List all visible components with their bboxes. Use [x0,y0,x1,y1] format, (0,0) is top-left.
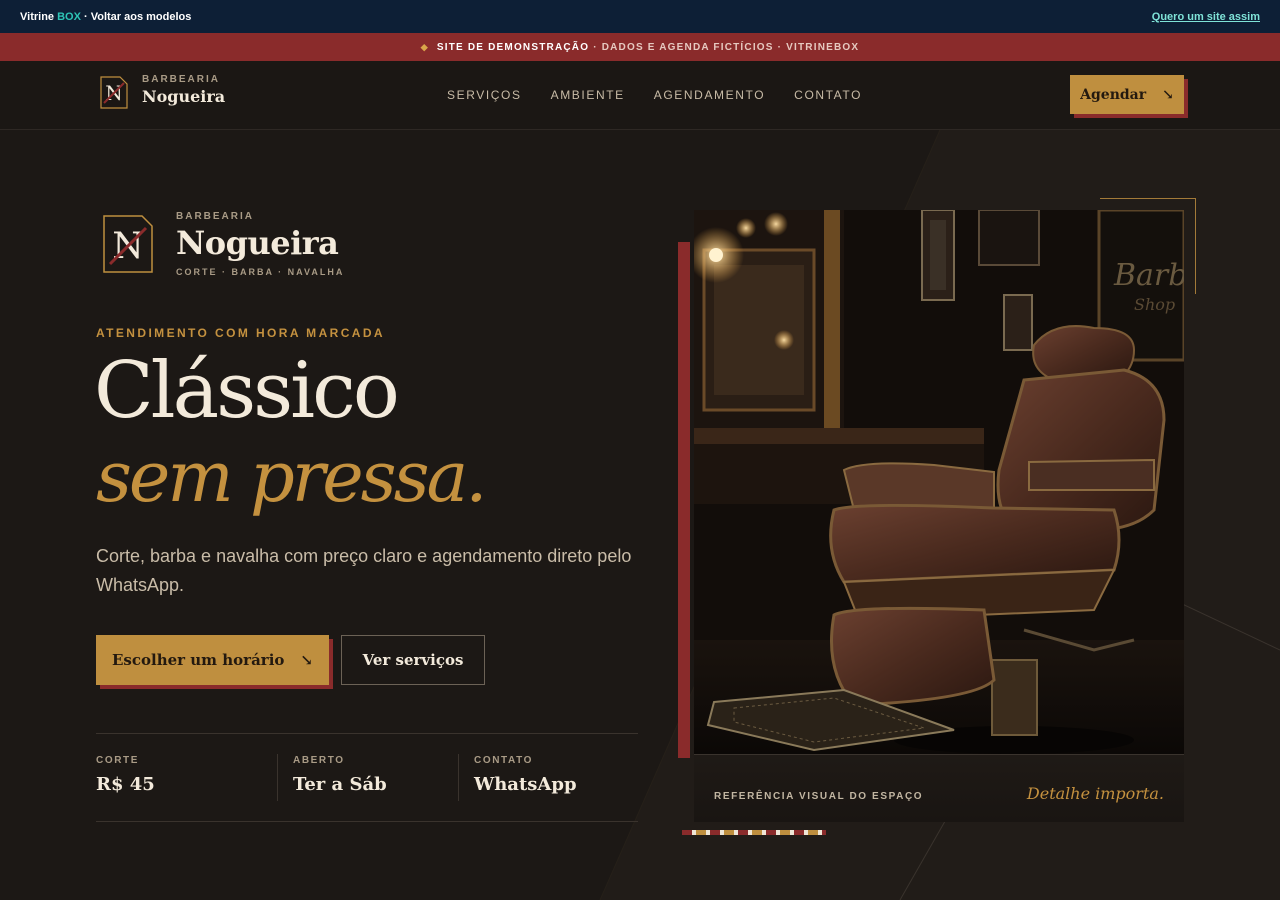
hero-logo-name: Nogueira [176,224,339,262]
demo-details: · DADOS E AGENDA FICTÍCIOS · VITRINEBOX [593,41,860,53]
header-logo-subtitle: BARBEARIA [142,74,220,85]
fact-value: R$ 45 [96,774,155,795]
schedule-button[interactable]: Agendar ↘ [1070,75,1184,114]
site-header: N BARBEARIA Nogueira SERVIÇOS AMBIENTE A… [0,61,1280,130]
vitrine-top-bar: Vitrine BOX · Voltar aos modelos Quero u… [0,0,1280,33]
header-logo-name[interactable]: Nogueira [142,87,225,106]
want-site-link[interactable]: Quero um site assim [1152,11,1260,23]
fact-label: CORTE [96,755,139,766]
fact-label: ABERTO [293,755,345,766]
hero-lead-text: Corte, barba e navalha com preço claro e… [96,546,632,595]
view-services-button[interactable]: Ver serviços [341,635,485,685]
barber-chair-illustration: Barbe Shop [694,210,1184,755]
choose-time-label: Escolher um horário [111,651,285,669]
nav-item-servicos[interactable]: SERVIÇOS [447,88,522,102]
fact-separator [277,754,278,801]
facts-top-divider [96,733,638,734]
nav-item-agendamento[interactable]: AGENDAMENTO [654,88,765,102]
photo-caption-bar: REFERÊNCIA VISUAL DO ESPAÇO Detalhe impo… [694,754,1184,822]
vitrine-brand: Vitrine [20,10,58,23]
hero-title-line2: sem pressa. [96,436,488,518]
choose-time-button[interactable]: Escolher um horário ↘ [96,635,329,685]
schedule-button-label: Agendar [1080,86,1147,103]
hero-title-line1: Clássico [94,346,400,436]
fact-separator [458,754,459,801]
shop-sign-text: Barbe [1113,258,1184,293]
vitrine-back-link[interactable]: Vitrine BOX · Voltar aos modelos [20,11,191,23]
demo-notice-strip: ◆ SITE DE DEMONSTRAÇÃO · DADOS E AGENDA … [0,33,1280,61]
barber-chair-photo: Barbe Shop [694,210,1184,755]
fact-value: Ter a Sáb [293,774,387,795]
main-nav: SERVIÇOS AMBIENTE AGENDAMENTO CONTATO [447,88,862,102]
arrow-down-right-icon: ↘ [300,651,313,669]
burgundy-accent-bar [678,242,690,758]
logo-mark-icon[interactable]: N [100,75,128,109]
vitrine-brand-accent: BOX [57,10,81,23]
barber-pole-stripe [682,830,826,835]
hero-logo-tagline: CORTE · BARBA · NAVALHA [176,267,345,277]
arrow-down-right-icon: ↘ [1162,86,1174,103]
hero-eyebrow: ATENDIMENTO COM HORA MARCADA [96,326,385,340]
fact-label: CONTATO [474,755,533,766]
fact-value[interactable]: WhatsApp [474,774,577,795]
hero-logo-subtitle: BARBEARIA [176,211,254,222]
fact-hours: ABERTO Ter a Sáb [293,755,387,795]
hero-section: N BARBEARIA Nogueira CORTE · BARBA · NAV… [0,130,1280,900]
demo-label: SITE DE DEMONSTRAÇÃO [436,41,590,53]
shop-sign-text: Shop [1134,295,1175,314]
fact-price: CORTE R$ 45 [96,755,155,795]
photo-caption-quote: Detalhe importa. [1026,784,1164,803]
nav-item-contato[interactable]: CONTATO [794,88,862,102]
photo-caption-label: REFERÊNCIA VISUAL DO ESPAÇO [714,791,924,802]
facts-bottom-divider [96,821,638,822]
nav-item-ambiente[interactable]: AMBIENTE [551,88,625,102]
back-to-models-text: · Voltar aos modelos [80,10,192,23]
hero-logo-mark-icon: N [103,215,153,273]
diamond-icon: ◆ [420,41,429,52]
fact-contact: CONTATO WhatsApp [474,755,577,795]
